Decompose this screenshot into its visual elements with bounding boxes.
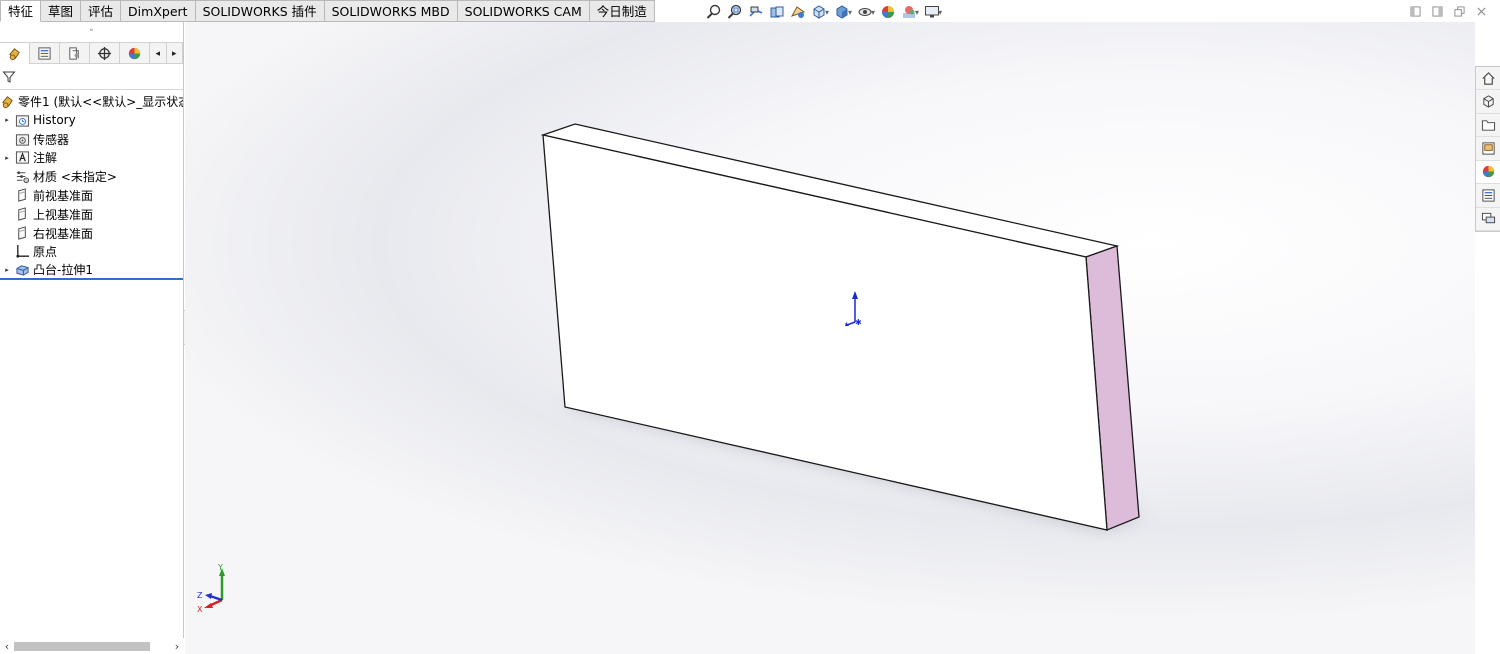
tree-item-label: 原点 <box>33 245 58 260</box>
triad-x-label: X <box>197 605 203 614</box>
feature-manager-tab[interactable] <box>0 43 31 64</box>
tab-features[interactable]: 特征 <box>0 0 42 22</box>
tree-item-label: 上视基准面 <box>33 207 94 222</box>
boss-extrude-icon <box>14 262 30 278</box>
custom-properties-icon[interactable] <box>1476 184 1500 208</box>
filter-icon <box>2 71 16 83</box>
feature-tree: 零件1 (默认<<默认>_显示状态 ▸ History 传感器 ▸ 注解 材质 … <box>0 92 183 281</box>
chevron-down-icon[interactable]: ▾ <box>938 8 942 17</box>
section-view-icon[interactable] <box>766 3 787 21</box>
view-palette-icon[interactable] <box>1476 137 1500 161</box>
configuration-manager-icon <box>69 47 79 60</box>
panel-grip[interactable]: ⁍ <box>0 22 183 42</box>
solidworks-window: 特征 草图 评估 DimXpert SOLIDWORKS 插件 SOLIDWOR… <box>0 0 1500 654</box>
tree-item-material[interactable]: 材质 <未指定> <box>0 167 183 186</box>
tree-item-front-plane[interactable]: 前视基准面 <box>0 186 183 205</box>
triad-z-label: Z <box>197 591 203 600</box>
chevron-down-icon[interactable]: ▾ <box>915 8 919 17</box>
feature-manager-icon <box>9 48 20 61</box>
expand-arrow-icon[interactable]: ▸ <box>0 116 14 124</box>
sensors-icon <box>14 131 30 147</box>
display-manager-tab[interactable] <box>120 43 151 64</box>
command-manager-tabs: 特征 草图 评估 DimXpert SOLIDWORKS 插件 SOLIDWOR… <box>0 0 655 22</box>
manager-tabs: ◂ ▸ <box>0 42 184 64</box>
tree-item-label: 凸台-拉伸1 <box>33 263 93 278</box>
tree-item-label: History <box>33 113 76 128</box>
tree-item-label: 注解 <box>33 151 58 166</box>
property-manager-icon <box>38 47 51 60</box>
part-icon <box>0 94 15 110</box>
property-manager-tab[interactable] <box>30 43 61 64</box>
feature-manager-panel: ⁍ ◂ ▸ 零件1 (默认<<默认>_显示状态 ▸ History 传感器 ▸ … <box>0 22 184 654</box>
chevron-down-icon[interactable]: ▾ <box>871 8 875 17</box>
tree-item-history[interactable]: ▸ History <box>0 111 183 130</box>
chevron-down-icon[interactable]: ▾ <box>848 8 852 17</box>
tab-evaluate[interactable]: 评估 <box>81 0 122 22</box>
plane-icon <box>14 225 30 241</box>
tree-item-annotations[interactable]: ▸ 注解 <box>0 149 183 168</box>
chevron-right-icon[interactable]: › <box>170 640 184 653</box>
tab-solidworks-addins[interactable]: SOLIDWORKS 插件 <box>195 0 325 22</box>
scroll-thumb[interactable] <box>14 642 150 651</box>
graphics-area[interactable]: ✱ <box>185 22 1475 654</box>
chevron-left-icon[interactable]: ◂ <box>150 43 167 64</box>
chevron-down-icon[interactable]: ▾ <box>825 8 829 17</box>
tile-right-icon[interactable] <box>1430 5 1444 18</box>
appearances-scenes-icon[interactable] <box>1476 160 1500 185</box>
model-view: ✱ <box>540 123 1145 531</box>
tab-sketch[interactable]: 草图 <box>41 0 82 22</box>
configuration-manager-tab[interactable] <box>60 43 91 64</box>
zoom-to-fit-icon[interactable] <box>703 3 724 21</box>
scroll-track[interactable] <box>14 640 170 652</box>
tab-dimxpert[interactable]: DimXpert <box>121 0 196 22</box>
tree-item-top-plane[interactable]: 上视基准面 <box>0 205 183 224</box>
forum-icon[interactable] <box>1476 208 1500 231</box>
chevron-right-icon[interactable]: ▸ <box>167 43 184 64</box>
tab-solidworks-cam[interactable]: SOLIDWORKS CAM <box>457 0 590 22</box>
plane-icon <box>14 188 30 204</box>
plane-icon <box>14 206 30 222</box>
chevron-left-icon[interactable]: ‹ <box>0 640 14 653</box>
tree-item-label: 材质 <未指定> <box>33 170 117 185</box>
solidworks-resources-icon[interactable] <box>1476 67 1500 91</box>
origin-icon <box>14 244 30 260</box>
tile-left-icon[interactable] <box>1408 5 1422 18</box>
tree-root-part[interactable]: 零件1 (默认<<默认>_显示状态 <box>0 92 183 111</box>
material-icon <box>14 169 30 185</box>
file-explorer-icon[interactable] <box>1476 114 1500 138</box>
task-pane <box>1475 66 1500 232</box>
expand-arrow-icon[interactable]: ▸ <box>0 266 14 274</box>
annotations-icon <box>14 150 30 166</box>
heads-up-view-toolbar: ▾ ▾ ▾ ▾ ▾ <box>703 3 944 21</box>
tree-item-right-plane[interactable]: 右视基准面 <box>0 224 183 243</box>
dimxpert-manager-tab[interactable] <box>90 43 121 64</box>
crosshair-icon <box>97 46 112 61</box>
expand-arrow-icon[interactable]: ▸ <box>0 154 14 162</box>
restore-icon[interactable] <box>1452 5 1466 18</box>
document-window-controls <box>1408 5 1488 18</box>
dynamic-annotation-view-icon[interactable] <box>787 3 808 21</box>
triad-y-label: Y <box>217 563 223 572</box>
previous-view-icon[interactable] <box>745 3 766 21</box>
history-folder-icon <box>14 112 30 128</box>
horizontal-scrollbar[interactable]: ‹ › <box>0 638 184 654</box>
svg-text:✱: ✱ <box>855 318 862 327</box>
tree-item-boss-extrude[interactable]: ▸ 凸台-拉伸1 <box>0 261 183 281</box>
tab-today-manufacturing[interactable]: 今日制造 <box>589 0 655 22</box>
tree-root-label: 零件1 (默认<<默认>_显示状态 <box>18 95 183 109</box>
tree-item-label: 右视基准面 <box>33 226 94 241</box>
zoom-to-area-icon[interactable] <box>724 3 745 21</box>
tree-item-label: 前视基准面 <box>33 189 94 204</box>
tree-item-label: 传感器 <box>33 132 70 147</box>
tree-item-sensors[interactable]: 传感器 <box>0 130 183 149</box>
edit-appearance-icon[interactable] <box>877 3 898 21</box>
design-library-icon[interactable] <box>1476 90 1500 114</box>
tree-filter[interactable] <box>0 64 183 90</box>
tab-solidworks-mbd[interactable]: SOLIDWORKS MBD <box>324 0 458 22</box>
appearance-sphere-icon <box>128 47 141 60</box>
close-icon[interactable] <box>1474 5 1488 18</box>
tree-item-origin[interactable]: 原点 <box>0 243 183 262</box>
reference-triad: Y Z X <box>195 562 235 614</box>
